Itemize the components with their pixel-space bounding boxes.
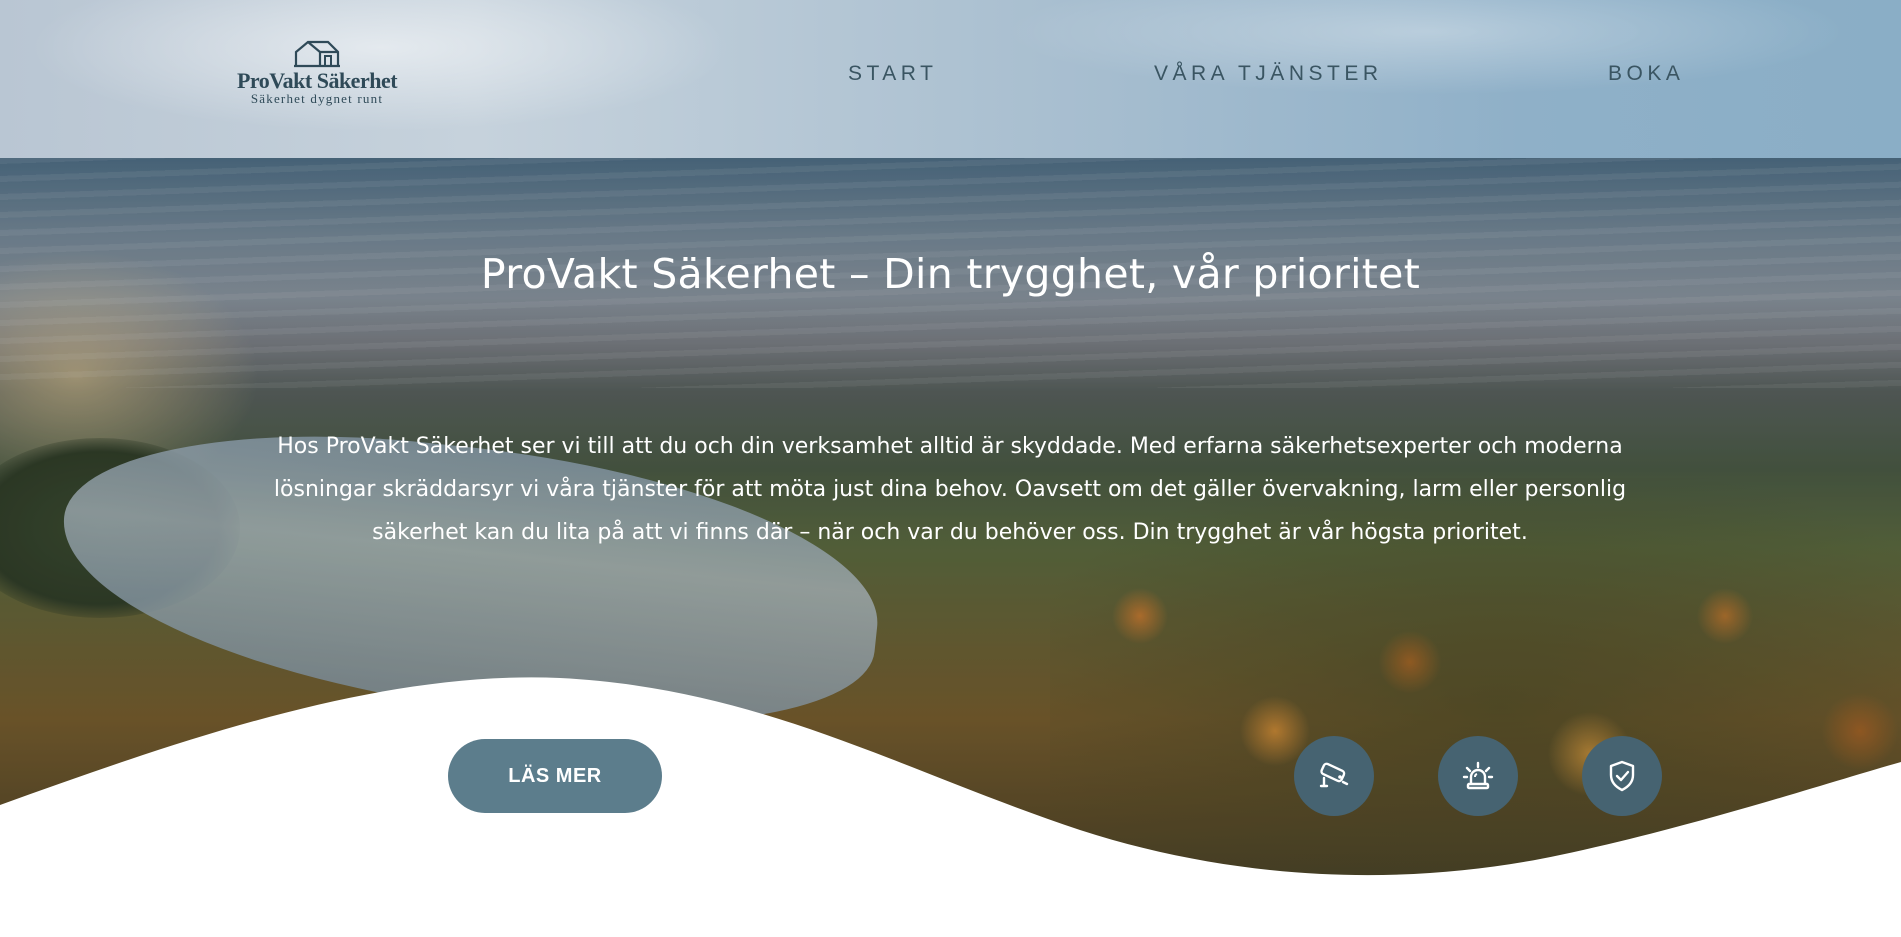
las-mer-button[interactable]: LÄS MER — [448, 739, 662, 813]
security-camera-icon — [1319, 762, 1349, 788]
shield-check-icon — [1609, 760, 1635, 792]
alarm-light-icon — [1462, 761, 1494, 790]
alarm-light-button[interactable] — [1438, 736, 1518, 816]
security-camera-button[interactable] — [1294, 736, 1374, 816]
shield-button[interactable] — [1582, 736, 1662, 816]
page: ProVakt Säkerhet Säkerhet dygnet runt ST… — [0, 0, 1901, 937]
